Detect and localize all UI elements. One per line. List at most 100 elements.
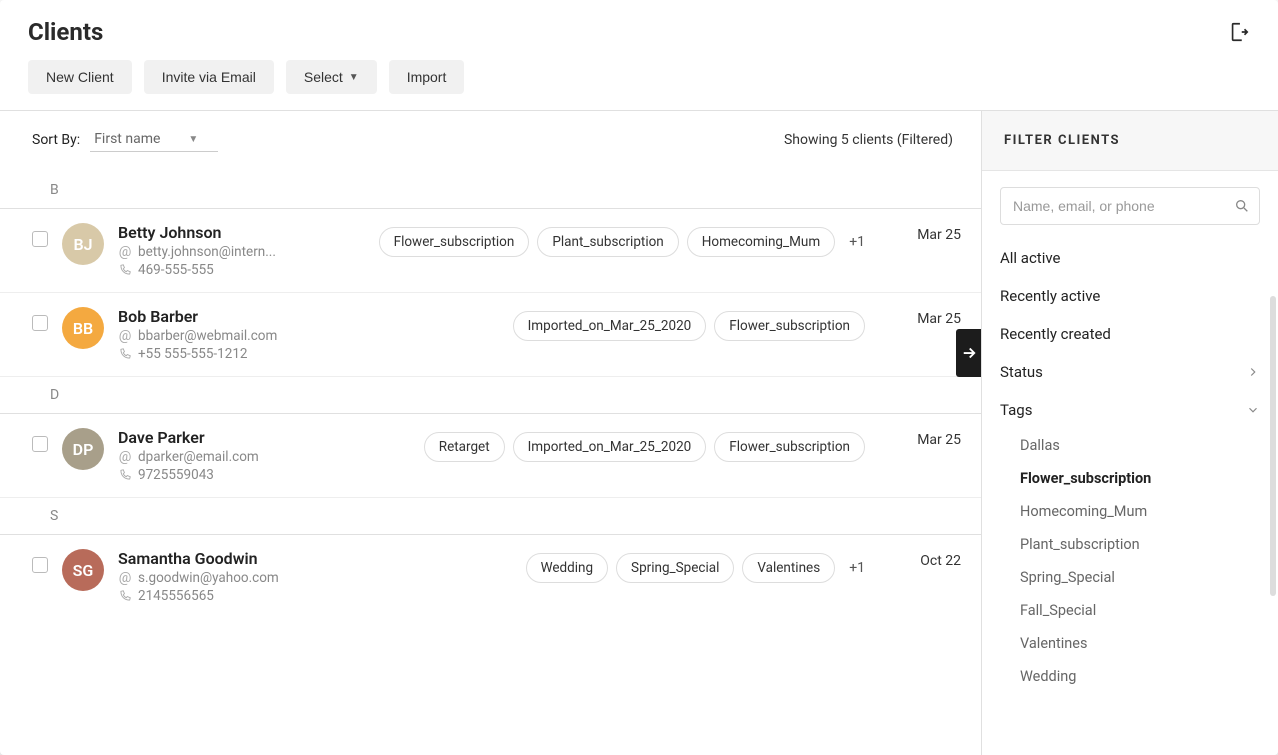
- filter-recently-created[interactable]: Recently created: [1000, 315, 1260, 353]
- tag-chip[interactable]: Flower_subscription: [714, 311, 865, 341]
- client-info: Betty Johnson @betty.johnson@intern... 469…: [118, 223, 308, 278]
- select-dropdown-button[interactable]: Select ▼: [286, 60, 377, 94]
- client-name: Samantha Goodwin: [118, 549, 308, 568]
- client-phone: 9725559043: [118, 467, 308, 483]
- filter-tag-item[interactable]: Valentines: [1000, 627, 1260, 660]
- client-phone: 469-555-555: [118, 262, 308, 278]
- filter-tag-item[interactable]: Flower_subscription: [1000, 462, 1260, 495]
- row-checkbox[interactable]: [32, 436, 48, 452]
- chevron-right-icon: [1246, 365, 1260, 379]
- filter-tag-item[interactable]: Spring_Special: [1000, 561, 1260, 594]
- client-phone: +55 555-555-1212: [118, 346, 308, 362]
- filter-body: All active Recently active Recently crea…: [982, 171, 1278, 755]
- avatar: BJ: [62, 223, 104, 265]
- client-tags: Imported_on_Mar_25_2020Flower_subscripti…: [322, 307, 873, 341]
- at-icon: @: [118, 449, 132, 465]
- row-checkbox[interactable]: [32, 557, 48, 573]
- tag-overflow[interactable]: +1: [849, 234, 865, 250]
- client-email: @s.goodwin@yahoo.com: [118, 570, 308, 586]
- filter-search-input[interactable]: [1000, 187, 1260, 225]
- sort-by-label: Sort By:: [32, 132, 80, 148]
- select-label: Select: [304, 69, 343, 85]
- header-bar: Clients: [0, 0, 1278, 46]
- client-row[interactable]: SG Samantha Goodwin @s.goodwin@yahoo.com 21…: [0, 535, 981, 618]
- tag-chip[interactable]: Valentines: [742, 553, 835, 583]
- filter-all-active[interactable]: All active: [1000, 239, 1260, 277]
- tag-chip[interactable]: Imported_on_Mar_25_2020: [513, 311, 707, 341]
- row-checkbox[interactable]: [32, 315, 48, 331]
- filter-tag-item[interactable]: Fall_Special: [1000, 594, 1260, 627]
- filter-title: FILTER CLIENTS: [1004, 133, 1256, 148]
- chevron-down-icon: [1246, 403, 1260, 417]
- client-email: @betty.johnson@intern...: [118, 244, 308, 260]
- sort-by-select[interactable]: First name ▼: [90, 127, 218, 152]
- tag-chip[interactable]: Flower_subscription: [379, 227, 530, 257]
- client-date: Mar 25: [887, 223, 961, 243]
- filter-tags[interactable]: Tags: [1000, 391, 1260, 429]
- filter-panel: FILTER CLIENTS All active Recently activ…: [982, 111, 1278, 755]
- export-icon[interactable]: [1228, 21, 1250, 43]
- client-date: Oct 22: [887, 549, 961, 569]
- avatar: BB: [62, 307, 104, 349]
- filter-header: FILTER CLIENTS: [982, 111, 1278, 171]
- content-row: Sort By: First name ▼ Showing 5 clients …: [0, 111, 1278, 755]
- tag-chip[interactable]: Imported_on_Mar_25_2020: [513, 432, 707, 462]
- client-email: @dparker@email.com: [118, 449, 308, 465]
- client-phone: 2145556565: [118, 588, 308, 604]
- avatar: SG: [62, 549, 104, 591]
- filter-recently-active[interactable]: Recently active: [1000, 277, 1260, 315]
- scrollbar-thumb[interactable]: [1270, 296, 1276, 596]
- import-button[interactable]: Import: [389, 60, 465, 94]
- page-title: Clients: [28, 18, 103, 46]
- app-window: Clients New Client Invite via Email Sele…: [0, 0, 1278, 755]
- client-email: @bbarber@webmail.com: [118, 328, 308, 344]
- new-client-button[interactable]: New Client: [28, 60, 132, 94]
- at-icon: @: [118, 570, 132, 586]
- client-row[interactable]: BJ Betty Johnson @betty.johnson@intern... 4…: [0, 209, 981, 293]
- tag-chip[interactable]: Spring_Special: [616, 553, 734, 583]
- at-icon: @: [118, 244, 132, 260]
- client-list[interactable]: B BJ Betty Johnson @betty.johnson@intern...…: [0, 172, 981, 755]
- client-row[interactable]: DP Dave Parker @dparker@email.com 972555904…: [0, 414, 981, 498]
- client-tags: Wedding Spring_Special Valentines +1: [322, 549, 873, 583]
- client-info: Samantha Goodwin @s.goodwin@yahoo.com 2145…: [118, 549, 308, 604]
- filter-tag-item[interactable]: Wedding: [1000, 660, 1260, 693]
- tag-chip[interactable]: Homecoming_Mum: [687, 227, 835, 257]
- client-row[interactable]: BB Bob Barber @bbarber@webmail.com +55 555-…: [0, 293, 981, 377]
- sort-row: Sort By: First name ▼ Showing 5 clients …: [0, 111, 981, 172]
- showing-count: Showing 5 clients (Filtered): [784, 132, 953, 148]
- invite-via-email-button[interactable]: Invite via Email: [144, 60, 274, 94]
- client-date: Mar 25: [887, 307, 961, 327]
- tag-chip[interactable]: Retarget: [424, 432, 505, 462]
- main-panel: Sort By: First name ▼ Showing 5 clients …: [0, 111, 982, 755]
- tag-overflow[interactable]: +1: [849, 560, 865, 576]
- caret-down-icon: ▼: [188, 134, 198, 145]
- caret-down-icon: ▼: [349, 72, 359, 83]
- client-info: Dave Parker @dparker@email.com 9725559043: [118, 428, 308, 483]
- section-header: B: [0, 172, 981, 209]
- avatar: DP: [62, 428, 104, 470]
- filter-tag-item[interactable]: Homecoming_Mum: [1000, 495, 1260, 528]
- client-name: Dave Parker: [118, 428, 308, 447]
- client-name: Betty Johnson: [118, 223, 308, 242]
- filter-tags-list: DallasFlower_subscriptionHomecoming_MumP…: [1000, 429, 1260, 693]
- arrow-right-icon: [960, 344, 978, 362]
- at-icon: @: [118, 328, 132, 344]
- tag-chip[interactable]: Flower_subscription: [714, 432, 865, 462]
- client-info: Bob Barber @bbarber@webmail.com +55 555-55…: [118, 307, 308, 362]
- section-header: D: [0, 377, 981, 414]
- collapse-filter-handle[interactable]: [956, 329, 982, 377]
- sort-by-value: First name: [94, 131, 160, 147]
- client-tags: Retarget Imported_on_Mar_25_2020Flower_su…: [322, 428, 873, 462]
- client-name: Bob Barber: [118, 307, 308, 326]
- client-date: Mar 25: [887, 428, 961, 448]
- filter-tag-item[interactable]: Plant_subscription: [1000, 528, 1260, 561]
- tag-chip[interactable]: Plant_subscription: [537, 227, 678, 257]
- row-checkbox[interactable]: [32, 231, 48, 247]
- tag-chip[interactable]: Wedding: [526, 553, 608, 583]
- filter-search-wrap: [1000, 187, 1260, 225]
- filter-tag-item[interactable]: Dallas: [1000, 429, 1260, 462]
- client-tags: Flower_subscriptionPlant_subscription Hom…: [322, 223, 873, 257]
- toolbar: New Client Invite via Email Select ▼ Imp…: [0, 46, 1278, 111]
- filter-status[interactable]: Status: [1000, 353, 1260, 391]
